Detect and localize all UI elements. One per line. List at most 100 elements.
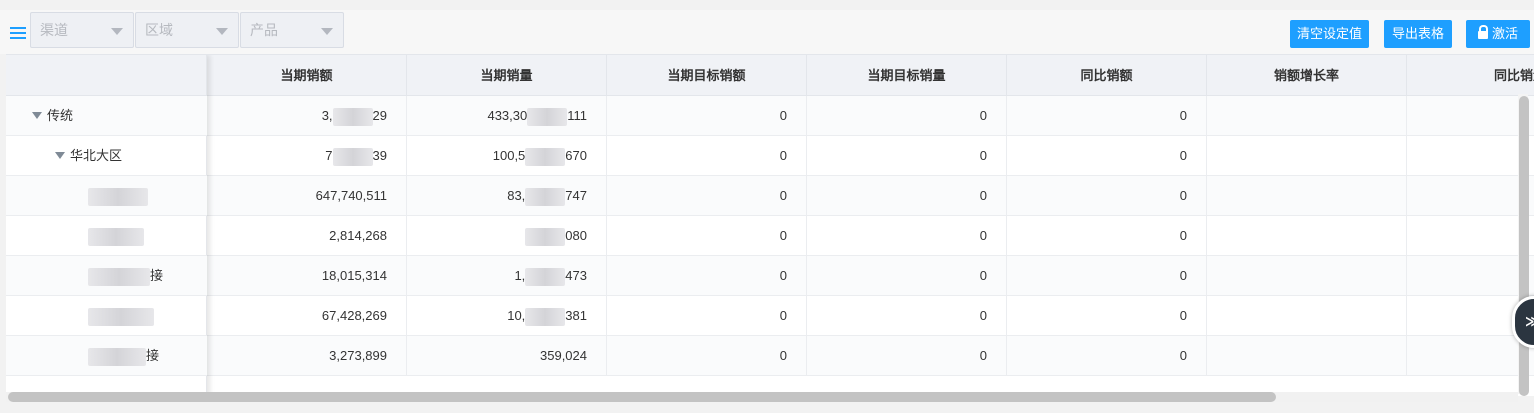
table-cell: 0 [607, 296, 807, 336]
table-cell: 0 [607, 256, 807, 296]
table-cell [1407, 216, 1534, 256]
row-label-text: 接 [150, 268, 164, 283]
column-header[interactable]: 同比销额 [1007, 55, 1207, 96]
caret-down-icon [216, 28, 228, 35]
table-cell: 0 [807, 176, 1007, 216]
table-cell: 433,30 111 [407, 96, 607, 136]
table-cell: 0 [807, 216, 1007, 256]
redacted-text [525, 307, 566, 326]
table-cell: 83, 747 [407, 176, 607, 216]
table-cell: 0 [1007, 216, 1207, 256]
table-cell [1407, 96, 1534, 136]
pivot-table: 当期销额 当期销量 当期目标销额 当期目标销量 同比销额 销额增长率 同比销量 … [6, 54, 1534, 396]
table-cell: 7 39 [207, 136, 407, 176]
row-label-text: 传统 [47, 108, 74, 123]
redacted-text [88, 227, 144, 246]
horizontal-scrollbar[interactable] [8, 392, 1276, 402]
table-cell: 0 [807, 96, 1007, 136]
product-select-placeholder: 产品 [250, 22, 278, 38]
toolbar: 渠道 区域 产品 清空设定值 导出表格 激活 [0, 10, 1534, 54]
table-cell [1407, 336, 1534, 376]
redacted-text [88, 187, 148, 206]
column-header[interactable]: 当期销量 [407, 55, 607, 96]
redacted-text [332, 107, 373, 126]
table-cell [1207, 216, 1407, 256]
hamburger-menu-icon[interactable] [10, 27, 26, 41]
table-cell [1207, 136, 1407, 176]
activate-label: 激活 [1491, 26, 1518, 41]
channel-select-placeholder: 渠道 [40, 22, 68, 38]
redacted-text [332, 147, 373, 166]
redacted-text [525, 187, 566, 206]
region-select-placeholder: 区域 [145, 22, 173, 38]
row-label-text: 华北大区 [70, 148, 123, 163]
table-cell: 0 [1007, 296, 1207, 336]
table-cell: 100,5 670 [407, 136, 607, 176]
row-label [6, 216, 207, 256]
table-cell: 359,024 [407, 336, 607, 376]
caret-down-icon [111, 28, 123, 35]
table-cell [1207, 336, 1407, 376]
redacted-text [525, 227, 566, 246]
triangle-down-icon[interactable] [32, 112, 42, 119]
product-select[interactable]: 产品 [240, 12, 344, 48]
redacted-text [88, 307, 154, 326]
redacted-text [525, 147, 566, 166]
table-cell: 0 [607, 336, 807, 376]
column-header[interactable]: 销额增长率 [1207, 55, 1407, 96]
table-cell: 2,814,268 [207, 216, 407, 256]
redacted-text [525, 267, 566, 286]
table-cell: 1, 473 [407, 256, 607, 296]
clear-settings-button[interactable]: 清空设定值 [1290, 20, 1369, 48]
table-cell: 0 [607, 96, 807, 136]
column-header[interactable]: 当期销额 [207, 55, 407, 96]
column-header[interactable]: 当期目标销额 [607, 55, 807, 96]
redacted-text [88, 347, 146, 366]
caret-down-icon [321, 28, 333, 35]
table-cell: 0 [1007, 96, 1207, 136]
table-cell: 67,428,269 [207, 296, 407, 336]
table-cell [1207, 296, 1407, 336]
table-cell: 0 [607, 176, 807, 216]
table-cell [1207, 256, 1407, 296]
table-cell: 0 [807, 296, 1007, 336]
table-cell: 0 [807, 256, 1007, 296]
row-label [6, 176, 207, 216]
activate-button[interactable]: 激活 [1466, 20, 1530, 48]
table-cell [1407, 136, 1534, 176]
table-cell: 10, 381 [407, 296, 607, 336]
table-cell: 18,015,314 [207, 256, 407, 296]
column-header[interactable]: 同比销量 [1407, 55, 1534, 96]
table-cell [1407, 256, 1534, 296]
table-cell: 080 [407, 216, 607, 256]
column-header[interactable]: 当期目标销量 [807, 55, 1007, 96]
table-cell: 0 [1007, 256, 1207, 296]
table-cell [1407, 176, 1534, 216]
table-cell: 0 [807, 336, 1007, 376]
row-label [6, 296, 207, 336]
redacted-text [88, 267, 150, 286]
row-label: 接 [6, 256, 207, 296]
row-label: 接 [6, 336, 207, 376]
table-cell: 3,273,899 [207, 336, 407, 376]
table-cell: 0 [1007, 336, 1207, 376]
table-cell: 0 [807, 136, 1007, 176]
app-root: 渠道 区域 产品 清空设定值 导出表格 激活 当期销额 当期销量 当期目标销额 … [0, 0, 1534, 413]
channel-select[interactable]: 渠道 [30, 12, 134, 48]
row-label[interactable]: 传统 [6, 96, 207, 136]
row-label-text: 接 [146, 348, 160, 363]
table-cell: 0 [607, 216, 807, 256]
table-cell: 0 [607, 136, 807, 176]
triangle-down-icon[interactable] [55, 152, 65, 159]
vertical-scrollbar[interactable] [1519, 96, 1529, 396]
table-cell: 647,740,511 [207, 176, 407, 216]
corner-header [6, 55, 207, 96]
export-table-button[interactable]: 导出表格 [1384, 20, 1452, 48]
table-cell [1207, 96, 1407, 136]
redacted-text [527, 107, 568, 126]
table-cell: 3, 29 [207, 96, 407, 136]
region-select[interactable]: 区域 [135, 12, 239, 48]
row-header-column: 传统 华北大区接接 [6, 55, 207, 396]
row-label[interactable]: 华北大区 [6, 136, 207, 176]
table-cell: 0 [1007, 176, 1207, 216]
